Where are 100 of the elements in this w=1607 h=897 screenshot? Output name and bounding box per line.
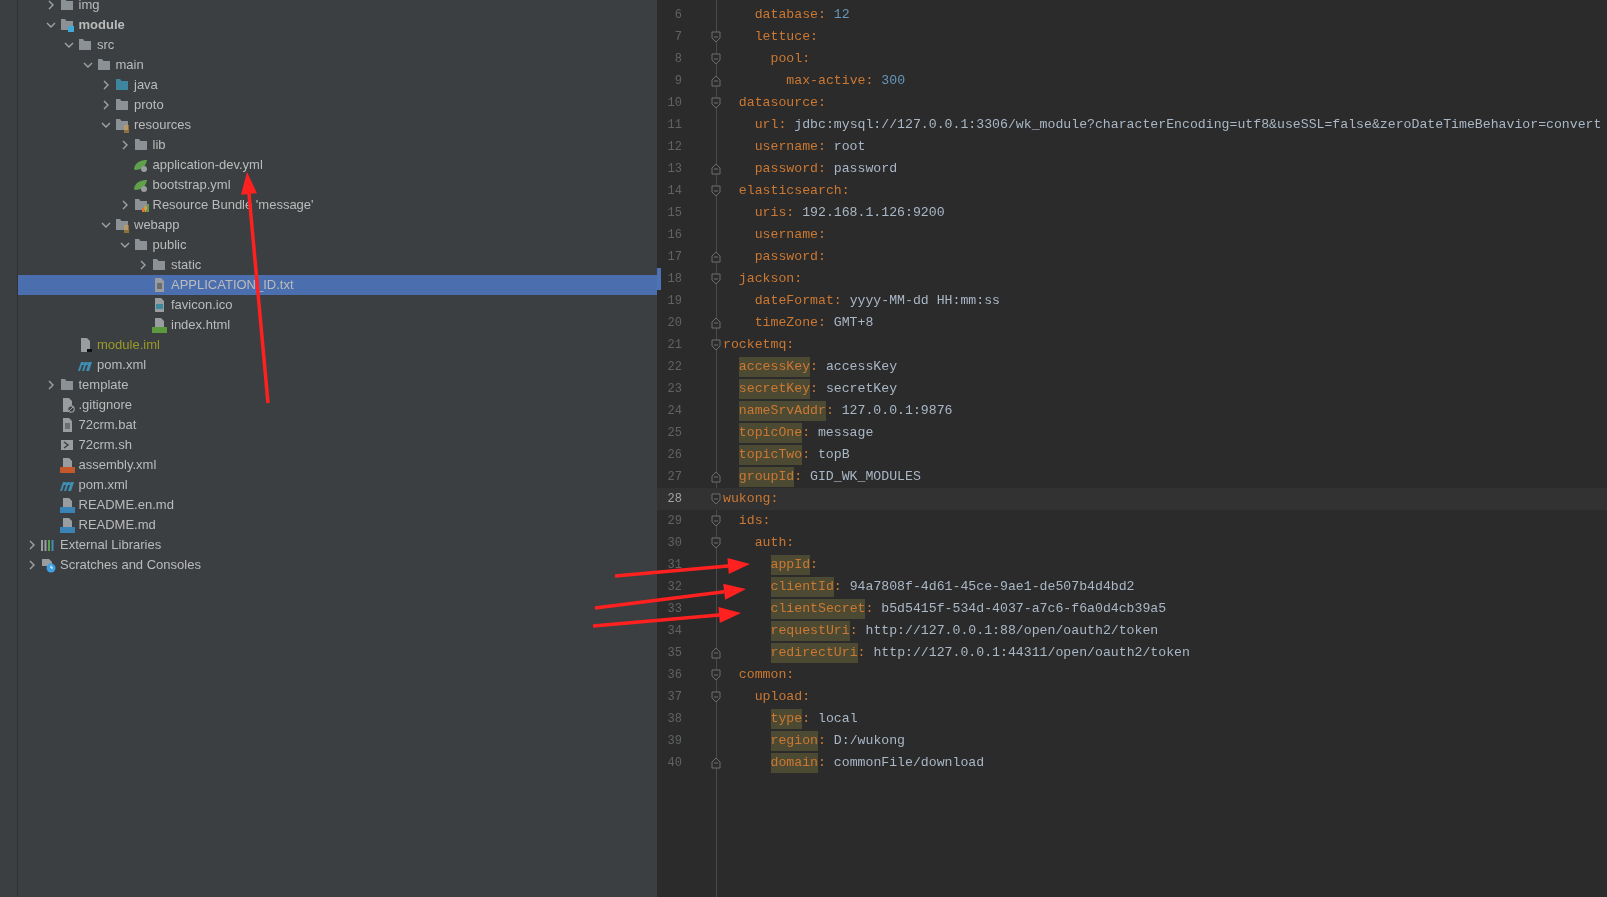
- fold-icon[interactable]: [710, 185, 722, 197]
- colon: :: [825, 402, 834, 421]
- line-number: 37: [666, 689, 682, 706]
- chevron-down-icon[interactable]: [101, 220, 111, 230]
- tree-item[interactable]: template: [18, 375, 657, 395]
- yaml-value: http://127.0.0.1:44311/open/oauth2/token: [873, 644, 1190, 663]
- tree-item[interactable]: src: [18, 35, 657, 55]
- tree-item[interactable]: static: [18, 255, 657, 275]
- fold-icon[interactable]: [710, 273, 722, 285]
- folder-icon: [132, 137, 149, 153]
- unfold-icon[interactable]: [710, 251, 722, 263]
- fold-icon[interactable]: [710, 493, 722, 505]
- markdown-file-icon: [58, 497, 75, 513]
- tree-item[interactable]: README.md: [18, 515, 657, 535]
- item-label: resources: [134, 116, 192, 135]
- line-number: 19: [666, 293, 682, 310]
- unfold-icon[interactable]: [710, 757, 722, 769]
- colon: :: [818, 732, 826, 751]
- unfold-icon[interactable]: [710, 163, 722, 175]
- yaml-value: GMT+8: [833, 314, 874, 333]
- fold-icon[interactable]: [710, 691, 722, 703]
- tree-item[interactable]: lib: [18, 135, 657, 155]
- chevron-down-icon[interactable]: [64, 40, 74, 50]
- yaml-value: 127.0.0.1:9876: [841, 402, 953, 421]
- tree-item[interactable]: Scratches and Consoles: [18, 555, 657, 575]
- tree-item[interactable]: resources: [18, 115, 657, 135]
- chevron-down-icon[interactable]: [45, 20, 56, 30]
- tree-item[interactable]: favicon.ico: [18, 295, 657, 315]
- fold-icon[interactable]: [710, 515, 722, 527]
- item-label: pom.xml: [97, 356, 147, 375]
- line-number: 34: [666, 623, 682, 640]
- line-number: 25: [666, 425, 682, 442]
- line-number: 8: [673, 51, 682, 68]
- tree-item[interactable]: External Libraries: [18, 535, 657, 555]
- folder-icon: [114, 97, 130, 113]
- libraries-icon: [40, 537, 56, 553]
- yaml-value: root: [833, 138, 866, 157]
- tree-item[interactable]: application-dev.yml: [18, 155, 657, 175]
- item-label: application-dev.yml: [152, 156, 263, 175]
- item-label: img: [78, 0, 100, 15]
- folder-icon: [151, 257, 167, 273]
- unfold-icon[interactable]: [710, 471, 722, 483]
- item-label: lib: [152, 136, 166, 155]
- tree-item[interactable]: pom.xml: [18, 475, 657, 495]
- tree-item[interactable]: proto: [18, 95, 657, 115]
- tree-item[interactable]: img: [18, 0, 657, 15]
- leaf-icon: [132, 177, 149, 193]
- chevron-right-icon[interactable]: [138, 260, 148, 270]
- colon: :: [770, 490, 779, 509]
- colon: :: [857, 644, 866, 663]
- tree-item[interactable]: 72crm.bat: [18, 415, 657, 435]
- tree-item[interactable]: module.iml: [18, 335, 657, 355]
- tree-item[interactable]: .gitignore: [18, 395, 657, 415]
- colon: :: [802, 50, 811, 69]
- yaml-key: database: [754, 5, 818, 25]
- yaml-key: topicOne: [738, 423, 803, 443]
- fold-icon[interactable]: [710, 339, 722, 351]
- fold-icon[interactable]: [710, 97, 722, 109]
- fold-icon[interactable]: [710, 31, 722, 43]
- tree-item[interactable]: public: [18, 235, 657, 255]
- tree-item[interactable]: main: [18, 55, 657, 75]
- line-number: 29: [666, 513, 682, 530]
- bundle-icon: [132, 197, 149, 213]
- item-label: java: [134, 76, 158, 95]
- yaml-key: password: [754, 247, 818, 267]
- tree-item[interactable]: assembly.xml: [18, 455, 657, 475]
- line-number: 33: [666, 601, 682, 618]
- yaml-key: dateFormat: [754, 291, 834, 311]
- item-label: index.html: [171, 316, 231, 335]
- tree-item[interactable]: module: [18, 15, 657, 35]
- fold-icon[interactable]: [710, 53, 722, 65]
- colon: :: [802, 446, 811, 465]
- line-number: 15: [666, 205, 682, 222]
- scratch-clock-icon: [40, 557, 56, 573]
- yaml-value: 192.168.1.126:9200: [802, 204, 945, 223]
- fold-icon[interactable]: [710, 669, 722, 681]
- yaml-key: lettuce: [754, 27, 811, 47]
- unfold-icon[interactable]: [710, 647, 722, 659]
- chevron-down-icon[interactable]: [119, 240, 130, 250]
- yaml-key: auth: [754, 533, 787, 553]
- tree-item[interactable]: 72crm.sh: [18, 435, 657, 455]
- chevron-down-icon[interactable]: [101, 120, 111, 130]
- chevron-down-icon[interactable]: [82, 60, 93, 70]
- tree-item[interactable]: bootstrap.yml: [18, 175, 657, 195]
- colon: :: [818, 248, 826, 267]
- tree-item[interactable]: webapp: [18, 215, 657, 235]
- unfold-icon[interactable]: [710, 317, 722, 329]
- tree-item[interactable]: pom.xml: [18, 355, 657, 375]
- unfold-icon[interactable]: [710, 75, 722, 87]
- yaml-value: accessKey: [825, 358, 898, 377]
- yaml-key: jackson: [738, 269, 795, 289]
- tree-item[interactable]: index.html: [18, 315, 657, 335]
- yaml-key: topicTwo: [738, 445, 803, 465]
- tree-item[interactable]: java: [18, 75, 657, 95]
- colon: :: [794, 270, 803, 289]
- line-number: 30: [666, 535, 682, 552]
- line-number: 38: [666, 711, 682, 728]
- tree-item[interactable]: README.en.md: [18, 495, 657, 515]
- line-number: 40: [666, 755, 682, 772]
- fold-icon[interactable]: [710, 537, 722, 549]
